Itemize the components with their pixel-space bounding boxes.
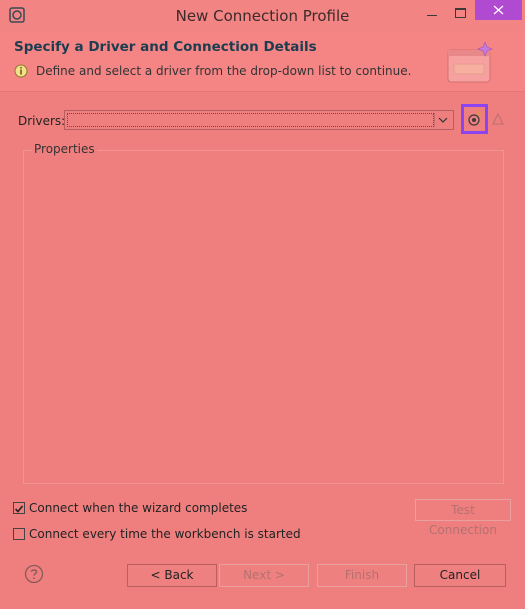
- test-connection-button[interactable]: Test Connection: [415, 499, 511, 537]
- next-button[interactable]: Next >: [219, 564, 309, 587]
- header-message: Define and select a driver from the drop…: [36, 64, 412, 78]
- cancel-button[interactable]: Cancel: [414, 564, 506, 587]
- drivers-selected-value: [67, 113, 434, 127]
- drivers-dropdown[interactable]: [64, 110, 454, 130]
- properties-group: [23, 150, 504, 484]
- connect-on-startup-checkbox[interactable]: [13, 528, 25, 540]
- edit-driver-icon[interactable]: [491, 112, 505, 126]
- info-icon: [14, 64, 28, 78]
- minimize-button[interactable]: [419, 3, 445, 27]
- maximize-button[interactable]: [447, 3, 473, 27]
- drivers-label: Drivers:: [18, 114, 66, 128]
- connect-on-startup-label[interactable]: Connect every time the workbench is star…: [29, 527, 301, 541]
- new-driver-icon: [468, 110, 483, 126]
- connect-on-complete-checkbox[interactable]: [13, 502, 25, 514]
- help-icon[interactable]: [24, 564, 44, 584]
- finish-button[interactable]: Finish: [317, 564, 407, 587]
- connect-on-complete-label[interactable]: Connect when the wizard completes: [29, 501, 247, 515]
- wizard-banner-icon: [447, 41, 493, 83]
- page-title: Specify a Driver and Connection Details: [14, 39, 317, 55]
- close-icon: [493, 5, 504, 15]
- properties-group-label: Properties: [32, 142, 97, 156]
- close-button[interactable]: [475, 0, 522, 20]
- dropdown-arrow-icon: [434, 113, 451, 127]
- back-button[interactable]: < Back: [127, 564, 217, 587]
- new-driver-button[interactable]: [461, 104, 488, 134]
- checkmark-icon: [14, 505, 24, 513]
